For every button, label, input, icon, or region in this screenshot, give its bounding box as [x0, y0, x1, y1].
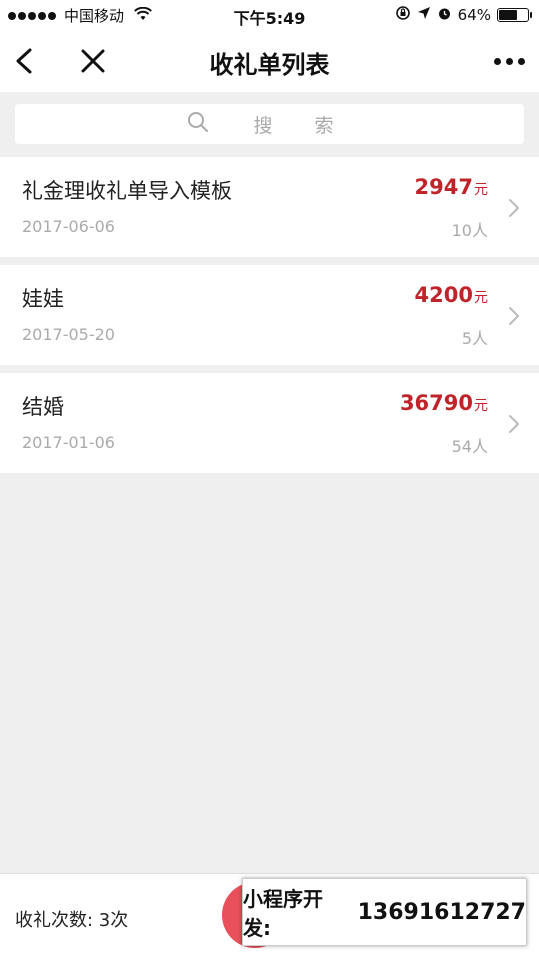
item-name: 礼金理收礼单导入模板	[22, 179, 232, 203]
bottom-bar: 收礼次数: 3次 小程序开发: 13691612727	[0, 873, 539, 960]
promo-banner: 小程序开发: 13691612727	[242, 878, 527, 946]
gift-count-label: 收礼次数: 3次	[15, 910, 129, 931]
item-name: 娃娃	[22, 287, 64, 311]
search-icon	[187, 111, 209, 137]
list-item[interactable]: 礼金理收礼单导入模板 2017-06-06 2947元 10人	[0, 157, 539, 257]
amount-value: 2947	[414, 175, 473, 199]
search-input[interactable]: 搜 索	[15, 104, 524, 144]
item-count: 54人	[451, 437, 488, 456]
status-bar: 中国移动 下午5:49 64%	[0, 0, 539, 30]
amount-unit: 元	[474, 398, 488, 414]
search-section: 搜 索	[0, 92, 539, 156]
amount-unit: 元	[474, 290, 488, 306]
search-placeholder: 搜 索	[253, 114, 352, 137]
lock-rotation-icon	[395, 5, 411, 25]
amount-unit: 元	[474, 182, 488, 198]
list-item[interactable]: 结婚 2017-01-06 36790元 54人	[0, 373, 539, 473]
promo-phone: 13691612727	[357, 899, 526, 925]
alarm-icon	[437, 6, 452, 25]
item-date: 2017-01-06	[22, 433, 115, 452]
gift-list: 礼金理收礼单导入模板 2017-06-06 2947元 10人 娃娃 2017-…	[0, 157, 539, 481]
battery-icon	[497, 8, 532, 22]
status-right: 64%	[395, 5, 532, 25]
chevron-right-icon	[507, 413, 521, 435]
page-title: 收礼单列表	[209, 51, 330, 79]
promo-label: 小程序开发:	[243, 887, 323, 940]
item-amount: 4200元	[415, 283, 488, 307]
battery-fill	[499, 10, 517, 20]
item-date: 2017-06-06	[22, 217, 115, 236]
amount-value: 36790	[399, 391, 473, 415]
item-amount: 2947元	[415, 175, 488, 199]
amount-value: 4200	[414, 283, 473, 307]
item-date: 2017-05-20	[22, 325, 115, 344]
location-icon	[417, 6, 431, 24]
list-item[interactable]: 娃娃 2017-05-20 4200元 5人	[0, 265, 539, 365]
item-count: 5人	[461, 329, 488, 348]
item-amount: 36790元	[400, 391, 488, 415]
chevron-right-icon	[507, 197, 521, 219]
item-count: 10人	[451, 221, 488, 240]
more-icon[interactable]	[494, 58, 525, 65]
nav-bar: 收礼单列表	[0, 30, 539, 92]
chevron-right-icon	[507, 305, 521, 327]
item-name: 结婚	[22, 395, 64, 419]
battery-percent: 64%	[457, 6, 491, 24]
